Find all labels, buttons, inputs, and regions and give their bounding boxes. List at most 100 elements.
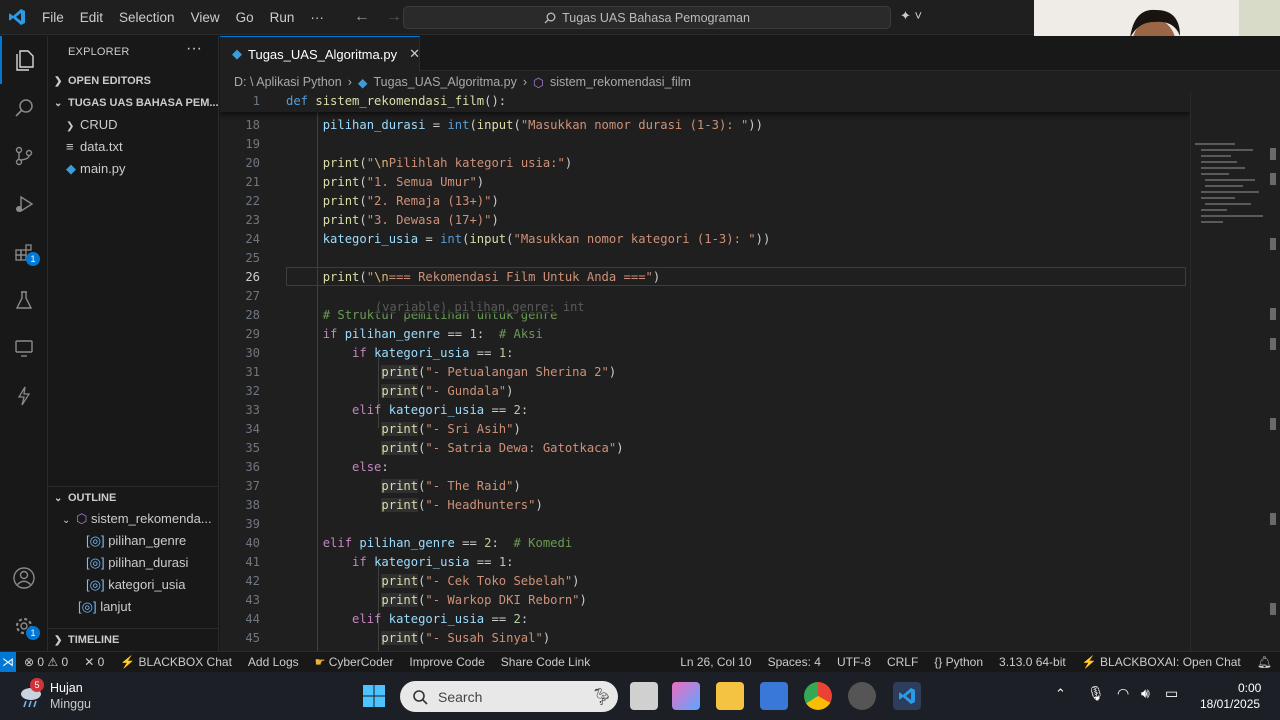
scrollbar-marker (1270, 173, 1276, 185)
menu-edit[interactable]: Edit (72, 0, 111, 35)
taskbar-search[interactable]: Search 🦩︎ (400, 681, 618, 712)
wifi-icon[interactable]: ◠ (1117, 685, 1129, 702)
breadcrumb-file[interactable]: Tugas_UAS_Algoritma.py (374, 75, 517, 89)
encoding[interactable]: UTF-8 (829, 655, 879, 669)
menu-go[interactable]: Go (228, 0, 262, 35)
text-file-icon: ≡ (66, 139, 74, 154)
clock-time[interactable]: 0:00 (1238, 681, 1261, 695)
chevron-down-icon: ⌄ (62, 515, 71, 526)
blackbox-bolt-icon[interactable] (0, 372, 48, 420)
sticky-scroll-header[interactable]: 1 def sistem_rekomendasi_film(): (220, 93, 1190, 112)
chevron-right-icon: › (522, 75, 528, 89)
run-debug-icon[interactable] (0, 180, 48, 228)
indentation[interactable]: Spaces: 4 (760, 655, 829, 669)
microphone-icon[interactable]: 🎙︎ (1087, 685, 1105, 702)
copilot-app-icon[interactable] (672, 682, 700, 710)
variable-icon: [◎] (86, 577, 109, 592)
extensions-badge: 1 (26, 252, 40, 266)
weather-badge: 5 (30, 678, 44, 692)
code-line: else: (352, 460, 389, 474)
cybercoder-button[interactable]: ☛ CyberCoder (307, 655, 402, 669)
outline-function[interactable]: ⌄ ⬡ sistem_rekomenda... (48, 508, 218, 530)
menu-file[interactable]: File (34, 0, 72, 35)
outline-var-genre[interactable]: [◎] pilihan_genre (48, 530, 218, 552)
language-mode[interactable]: {} Python (926, 655, 991, 669)
file-main-py[interactable]: ◆ main.py (48, 158, 218, 180)
minimap-line (1205, 179, 1255, 181)
code-line: print("\nPilihlah kategori usia:") (322, 156, 573, 170)
problems-indicator[interactable]: ⊗ 0 ⚠ 0 (16, 655, 76, 669)
outline-var-lanjut[interactable]: [◎] lanjut (48, 596, 218, 618)
add-logs-button[interactable]: Add Logs (240, 655, 307, 669)
windows-start-icon[interactable] (360, 682, 388, 710)
code-line: def sistem_rekomendasi_film(): (286, 94, 507, 108)
code-editor[interactable]: 1 def sistem_rekomendasi_film(): 18 19 2… (220, 93, 1190, 651)
manage-gear-icon[interactable]: 1 (0, 602, 48, 650)
outline-var-usia[interactable]: [◎] kategori_usia (48, 574, 218, 596)
python-file-icon: ◆ (357, 75, 368, 90)
weather-label[interactable]: Hujan (50, 681, 83, 695)
minimap-line (1201, 209, 1227, 211)
notifications-bell-icon[interactable]: 🔔︎ (1249, 655, 1280, 669)
folder-crud[interactable]: ❯ CRUD (48, 114, 218, 136)
end-of-line[interactable]: CRLF (879, 655, 926, 669)
remote-indicator-icon[interactable]: ⋊ (0, 651, 17, 673)
source-control-icon[interactable] (0, 132, 48, 180)
menu-more[interactable]: ··· (302, 0, 332, 35)
hand-icon: ☛ (314, 655, 329, 669)
line-number: 29 (245, 327, 260, 341)
chrome-icon[interactable] (804, 682, 832, 710)
ports-indicator[interactable]: ✕ 0 (76, 655, 112, 669)
volume-icon[interactable]: 🔊︎ (1141, 685, 1150, 702)
chevron-up-icon[interactable]: ⌃ (1055, 686, 1066, 702)
testing-flask-icon[interactable] (0, 276, 48, 324)
accounts-icon[interactable] (0, 554, 48, 602)
file-data-txt[interactable]: ≡ data.txt (48, 136, 218, 158)
project-folder-section[interactable]: ⌄ TUGAS UAS BAHASA PEM... (48, 92, 218, 114)
function-icon: ⬡ (533, 75, 544, 90)
weather-widget-icon[interactable]: 5 (16, 678, 46, 710)
remote-explorer-icon[interactable] (0, 324, 48, 372)
outline-var-durasi[interactable]: [◎] pilihan_durasi (48, 552, 218, 574)
share-code-link-button[interactable]: Share Code Link (493, 655, 598, 669)
vscode-taskbar-icon[interactable] (893, 682, 921, 710)
open-editors-section[interactable]: ❯ OPEN EDITORS (48, 70, 218, 92)
tab-tugas-uas[interactable]: ◆ Tugas_UAS_Algoritma.py ✕ (220, 36, 420, 71)
microsoft-store-icon[interactable] (760, 682, 788, 710)
outline-section[interactable]: ⌄ OUTLINE (48, 486, 218, 508)
line-number: 40 (245, 536, 260, 550)
clock-date[interactable]: 18/01/2025 (1200, 697, 1260, 711)
timeline-section[interactable]: ❯ TIMELINE (48, 628, 218, 650)
chevron-right-icon: › (347, 75, 352, 89)
menu-view[interactable]: View (183, 0, 228, 35)
more-actions-icon[interactable]: ··· (186, 40, 202, 58)
file-explorer-icon[interactable] (716, 682, 744, 710)
line-number: 38 (245, 498, 260, 512)
command-center[interactable]: Tugas UAS Bahasa Pemograman (403, 6, 891, 29)
line-number: 27 (245, 289, 260, 303)
line-number: 30 (245, 346, 260, 360)
improve-code-button[interactable]: Improve Code (401, 655, 492, 669)
chevron-right-icon: ❯ (54, 635, 63, 646)
blackboxai-open-chat[interactable]: ⚡ BLACKBOXAI: Open Chat (1074, 655, 1249, 669)
battery-icon[interactable]: ▭ (1165, 685, 1178, 702)
copilot-icon[interactable]: ✦ ˅ (900, 8, 922, 24)
extensions-icon[interactable]: 1 (0, 228, 48, 276)
obs-icon[interactable] (848, 682, 876, 710)
breadcrumb-symbol[interactable]: sistem_rekomendasi_film (550, 75, 691, 89)
back-arrow-icon[interactable]: ← (346, 8, 378, 26)
blackbox-chat-button[interactable]: ⚡ BLACKBOX Chat (112, 655, 240, 669)
python-interpreter[interactable]: 3.13.0 64-bit (991, 655, 1074, 669)
weather-sublabel[interactable]: Minggu (50, 697, 91, 711)
cursor-position[interactable]: Ln 26, Col 10 (672, 655, 759, 669)
close-icon[interactable]: ✕ (409, 46, 420, 62)
search-sidebar-icon[interactable] (0, 84, 48, 132)
task-view-icon[interactable] (630, 682, 658, 710)
menu-selection[interactable]: Selection (111, 0, 183, 35)
scrollbar-marker (1270, 418, 1276, 430)
minimap[interactable] (1190, 93, 1280, 651)
breadcrumb-folder[interactable]: D: \ Aplikasi Python (234, 75, 342, 89)
menu-run[interactable]: Run (262, 0, 303, 35)
indent-guide (317, 112, 318, 651)
explorer-icon[interactable] (0, 36, 48, 84)
